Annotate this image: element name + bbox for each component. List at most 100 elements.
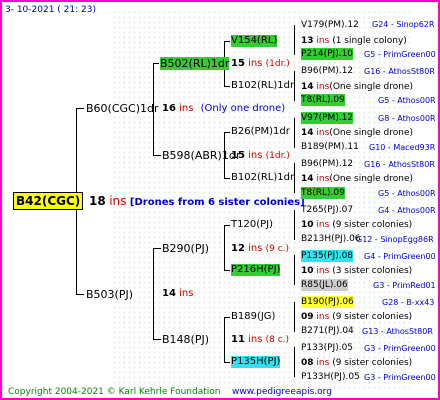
gen4-queen[interactable]: P133(PJ).05 (301, 342, 353, 354)
gen4-queen[interactable]: T8(RL).09 (301, 187, 345, 199)
connector (294, 163, 295, 193)
site-link[interactable]: www.pedigreeapis.org (232, 386, 332, 398)
gen4-line: G4 - PrimGreen00 (364, 252, 436, 261)
gen4-queen[interactable]: B213H(PJ).06 (301, 233, 361, 245)
gen4-line: G3 - PrimRed01 (373, 281, 436, 290)
gen3-ins-count: 10 ins (3 sister colonies) (301, 265, 412, 277)
gen3-note: (One single drone) (329, 82, 413, 92)
gen2-queen[interactable]: B502(RL)1dr (160, 57, 230, 70)
gen3-ins-count: 09 ins (9 sister colonies) (301, 311, 412, 323)
gen2-count: 11 (231, 334, 245, 345)
gen4-line: G5 - Athos00R (378, 96, 436, 105)
gen4-queen[interactable]: T265(PJ).07 (301, 204, 353, 216)
gen1-note: (Only one drone) (200, 103, 286, 114)
gen4-queen[interactable]: B190(PJ).06 (301, 296, 354, 308)
gen2-queen[interactable]: B290(PJ) (162, 242, 209, 255)
connector (153, 248, 161, 249)
gen4-queen[interactable]: V97(PM).12 (301, 112, 354, 124)
gen2-queen[interactable]: B148(PJ) (162, 333, 209, 346)
connector (294, 25, 295, 55)
connector (153, 339, 161, 340)
gen3-note: (One single drone) (329, 128, 413, 138)
gen4-queen[interactable]: B96(PM).12 (301, 65, 353, 77)
gen3-count: 08 (301, 358, 314, 368)
gen4-line: G16 - AthosSt80R (364, 67, 435, 76)
connector (294, 71, 295, 101)
connector (294, 302, 295, 332)
gen4-queen[interactable]: T8(RL).09 (301, 94, 345, 106)
connector (224, 178, 230, 179)
gen3-queen[interactable]: B189(JG) (231, 311, 275, 323)
gen3-ins-label: ins (316, 266, 330, 276)
gen1-queen[interactable]: B503(PJ) (86, 288, 133, 301)
connector (76, 294, 84, 295)
gen3-ins-count: 14 ins(One single drone) (301, 81, 413, 93)
gen3-queen[interactable]: T120(PJ) (231, 219, 273, 231)
root-ins-label: ins (109, 194, 127, 208)
gen3-count: 14 (301, 128, 314, 138)
gen2-ins-count: 15 ins (1dr.) (231, 150, 290, 162)
gen3-queen[interactable]: B102(RL)1dr (231, 172, 294, 184)
gen4-queen[interactable]: B189(PM).11 (301, 141, 359, 153)
gen3-ins-label: ins (316, 358, 330, 368)
gen2-note: (1dr.) (265, 59, 290, 69)
connector (153, 248, 154, 340)
gen3-ins-label: ins (316, 174, 330, 184)
gen4-queen[interactable]: B96(PM).12 (301, 158, 353, 170)
gen3-queen[interactable]: P135H(PJ) (231, 356, 281, 368)
gen4-queen[interactable]: R85(JL).06 (301, 279, 348, 291)
connector (294, 118, 295, 148)
gen3-queen[interactable]: P216H(PJ) (231, 264, 281, 276)
gen2-ins-label: ins (248, 58, 263, 69)
gen2-count: 15 (231, 150, 245, 161)
root-queen[interactable]: B42(CGC) (13, 192, 84, 210)
gen1-queen[interactable]: B60(CGC)1dr (86, 102, 159, 115)
gen3-note: (3 sister colonies) (332, 266, 413, 276)
gen4-queen[interactable]: P133H(PJ).05 (301, 371, 360, 383)
gen4-queen[interactable]: V179(PM).12 (301, 19, 359, 31)
gen2-queen[interactable]: B598(ABR)1dr (162, 149, 240, 162)
connector (153, 63, 159, 64)
gen4-line: G4 - Athos00R (378, 206, 436, 215)
gen3-ins-count: 08 ins (9 sister colonies) (301, 357, 412, 369)
gen4-queen[interactable]: P214(PJ).10 (301, 48, 354, 60)
connector (224, 41, 230, 42)
gen3-queen[interactable]: B102(RL)1dr (231, 80, 294, 92)
gen1-ins-label: ins (179, 103, 194, 114)
connector (153, 155, 161, 156)
gen3-queen[interactable]: B26(PM)1dr (231, 126, 290, 138)
gen4-line: G3 - PrimGreen00 (364, 344, 436, 353)
gen3-count: 14 (301, 174, 314, 184)
gen3-ins-count: 13 ins (1 single colony) (301, 35, 407, 47)
connector (224, 362, 230, 363)
connector (224, 86, 230, 87)
connector (224, 132, 230, 133)
gen1-ins-count: 16 ins (Only one drone) (162, 103, 285, 115)
gen3-ins-count: 10 ins (9 sister colonies) (301, 219, 412, 231)
timestamp: 3- 10-2021 ( 21: 23) (5, 5, 96, 15)
gen2-note: (9 c.) (265, 244, 290, 254)
connector (224, 270, 230, 271)
gen2-ins-label: ins (248, 150, 263, 161)
gen4-queen[interactable]: P135(PJ).08 (301, 250, 354, 262)
gen3-count: 13 (301, 36, 314, 46)
gen3-count: 09 (301, 312, 314, 322)
gen4-queen[interactable]: B271(PJ).04 (301, 325, 354, 337)
gen2-ins-count: 11 ins (8 c.) (231, 334, 289, 346)
gen3-ins-label: ins (316, 128, 330, 138)
root-note: [Drones from 6 sister colonies] (129, 197, 305, 208)
gen4-line: G3 - PrimGreen00 (364, 373, 436, 382)
gen1-count: 16 (162, 103, 176, 114)
gen4-line: G16 - AthosSt80R (364, 160, 435, 169)
gen4-line: G8 - Athos00R (378, 114, 436, 123)
pedigree-frame: 3- 10-2021 ( 21: 23) B42(CGC) 18 ins [Dr… (0, 0, 440, 400)
connector (224, 317, 225, 363)
gen3-ins-count: 14 ins(One single drone) (301, 127, 413, 139)
gen3-ins-label: ins (316, 312, 330, 322)
gen3-queen[interactable]: V154(RL) (231, 35, 278, 47)
connector (294, 210, 295, 240)
connector (294, 347, 295, 377)
root-ins-count: 18 ins [Drones from 6 sister colonies] (89, 195, 305, 209)
gen4-line: G10 - Maced93R (369, 143, 436, 152)
gen3-count: 10 (301, 266, 314, 276)
